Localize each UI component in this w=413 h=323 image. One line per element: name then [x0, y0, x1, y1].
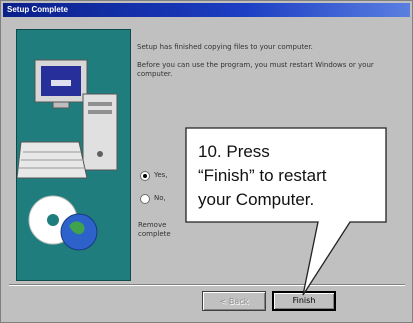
- callout-line-2: “Finish” to restart: [198, 166, 327, 185]
- callout-text: 10. Press “Finish” to restart your Compu…: [198, 140, 348, 212]
- callout-line-1: 10. Press: [198, 142, 270, 161]
- callout-line-3: your Computer.: [198, 190, 315, 209]
